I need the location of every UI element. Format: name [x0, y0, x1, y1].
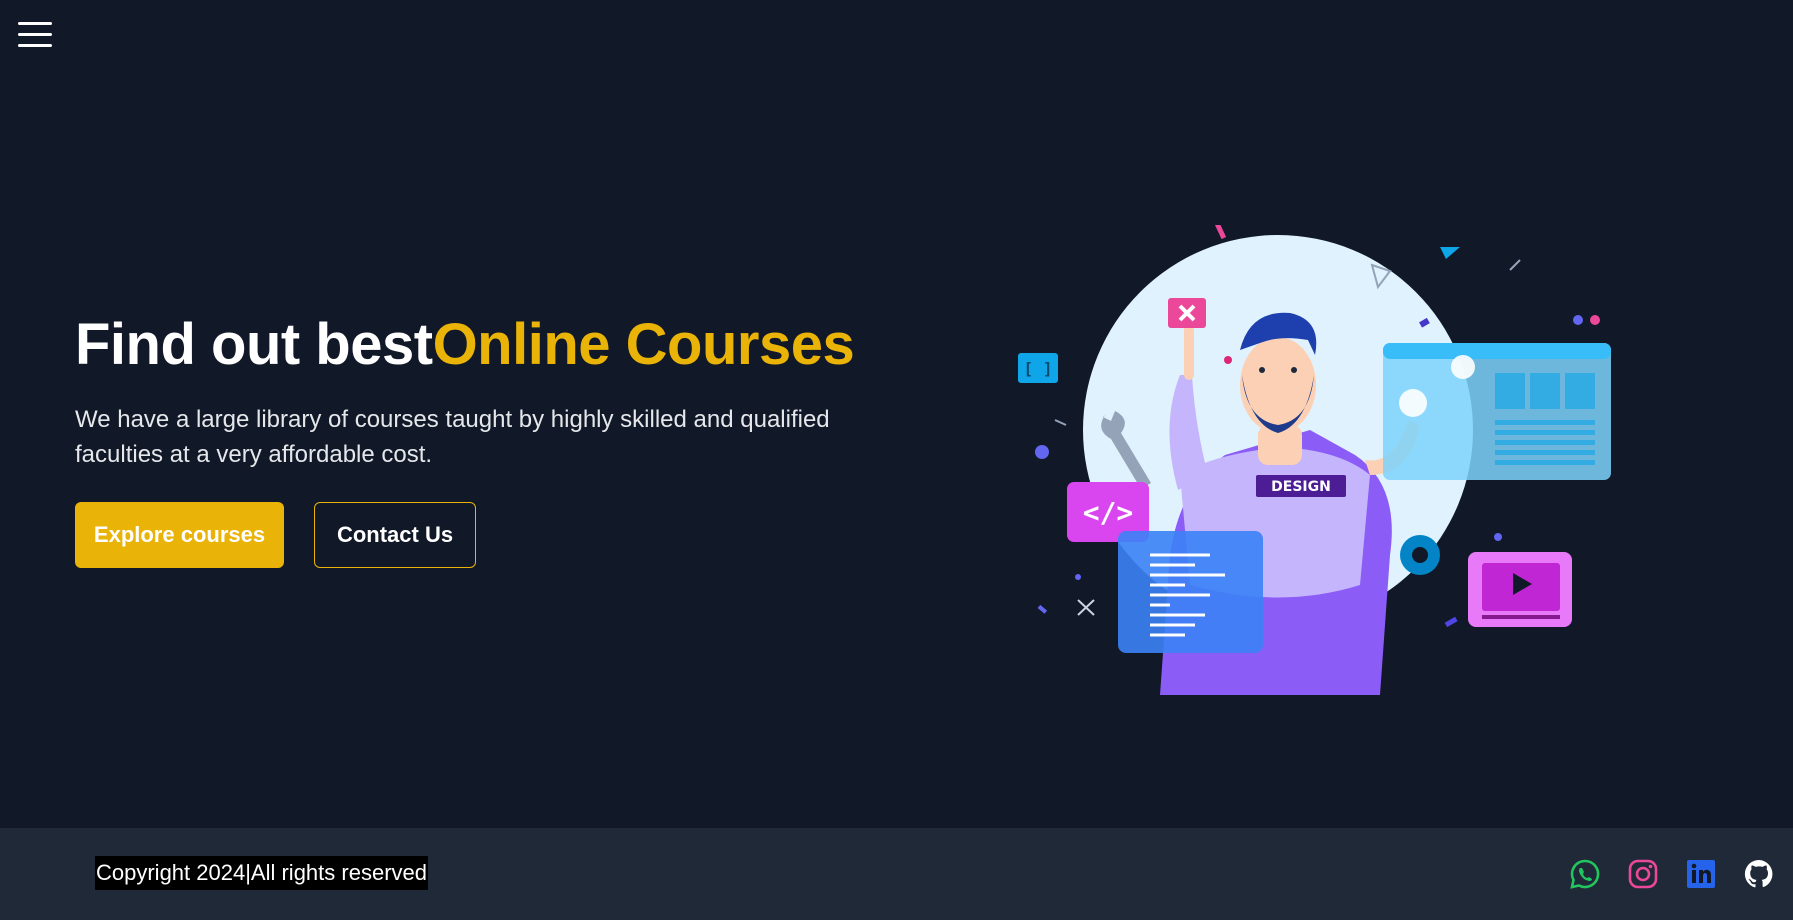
hero-actions: Explore courses Contact Us — [75, 501, 895, 568]
hero-title-accent: Online Courses — [432, 312, 855, 377]
social-links — [1569, 858, 1775, 890]
hero-title-main: Find out best — [75, 312, 433, 377]
svg-text:</>: </> — [1083, 496, 1134, 529]
hero-description: We have a large library of courses taugh… — [75, 405, 830, 468]
explore-courses-button[interactable]: Explore courses — [75, 501, 284, 568]
copyright-text: Copyright 2024|All rights reserved — [95, 856, 428, 890]
contact-us-button[interactable]: Contact Us — [314, 501, 476, 568]
linkedin-icon[interactable] — [1685, 858, 1717, 890]
hero-illustration: [ ] DESIGN </> — [1010, 222, 1620, 695]
hero-title: Find out bestOnline Courses — [75, 310, 895, 380]
hamburger-menu-icon[interactable] — [18, 22, 52, 48]
instagram-icon[interactable] — [1627, 858, 1659, 890]
hero-section: Find out bestOnline Courses We have a la… — [75, 310, 895, 568]
svg-text:DESIGN: DESIGN — [1271, 479, 1331, 495]
svg-text:[ ]: [ ] — [1024, 359, 1053, 378]
whatsapp-icon[interactable] — [1569, 858, 1601, 890]
github-icon[interactable] — [1743, 858, 1775, 890]
site-footer: Copyright 2024|All rights reserved — [0, 828, 1793, 920]
